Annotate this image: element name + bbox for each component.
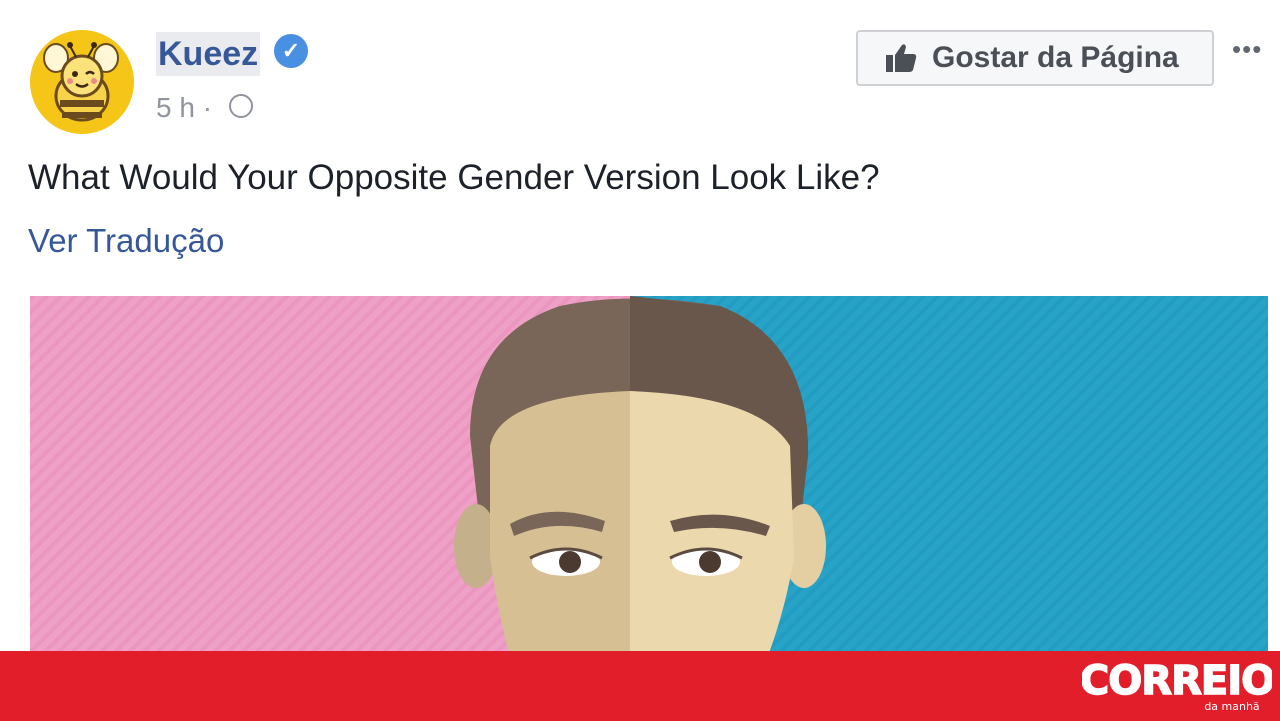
- svg-text:da manhã: da manhã: [1204, 700, 1259, 713]
- bee-mascot-icon: [43, 42, 119, 122]
- like-page-label: Gostar da Página: [932, 41, 1179, 74]
- post-text: What Would Your Opposite Gender Version …: [28, 158, 880, 197]
- page-name-link[interactable]: Kueez: [156, 32, 261, 76]
- see-translation-link[interactable]: Ver Tradução: [28, 222, 224, 260]
- globe-icon: [229, 94, 253, 118]
- svg-text:CORREIO: CORREIO: [1082, 658, 1272, 704]
- verified-check-icon: ✓: [274, 34, 308, 68]
- like-page-button[interactable]: Gostar da Página: [856, 30, 1214, 86]
- thumb-up-icon: [886, 44, 917, 72]
- post-timestamp[interactable]: 5 h ·: [156, 92, 212, 124]
- page-avatar[interactable]: [30, 30, 134, 134]
- more-options-icon[interactable]: •••: [1232, 36, 1262, 62]
- correio-da-manha-logo: CORREIO da manhã: [1082, 657, 1272, 713]
- post-header: Kueez ✓ 5 h · Gostar da Página •••: [0, 0, 1280, 140]
